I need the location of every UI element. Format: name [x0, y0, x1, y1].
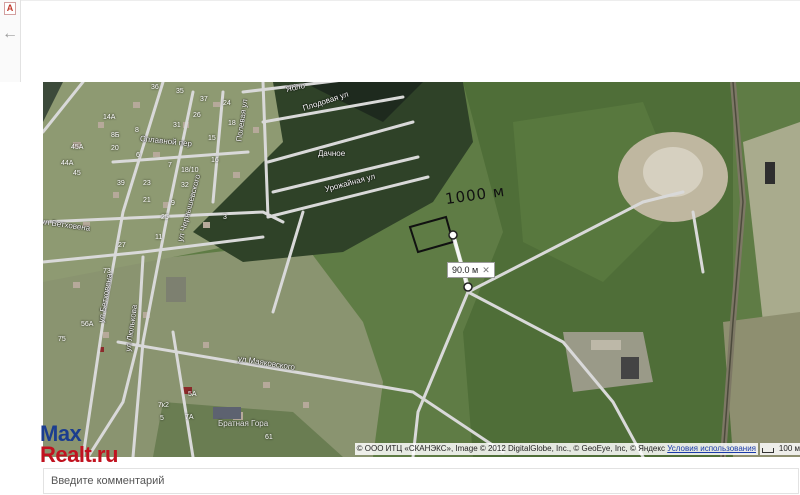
terms-link[interactable]: Условия использования	[667, 444, 756, 453]
house-number: 21	[143, 197, 151, 204]
house-number: 25	[161, 214, 169, 221]
logo-line-realt: Realt.ru	[40, 442, 118, 467]
house-number: 37	[200, 96, 208, 103]
house-number: 32	[181, 182, 189, 189]
house-number: 18	[228, 120, 236, 127]
map-attribution: © ООО ИТЦ «СКАНЭКС», Image © 2012 Digita…	[354, 443, 758, 455]
site-logo[interactable]: Max Realt.ru	[40, 421, 118, 467]
house-number: 56А	[81, 321, 94, 328]
left-rail: A ←	[0, 0, 21, 82]
house-number: 45	[73, 170, 81, 177]
house-number: 7	[168, 162, 172, 169]
top-divider	[20, 0, 800, 1]
house-number: 11	[155, 234, 163, 241]
house-number: 15	[208, 135, 216, 142]
house-number: 9	[171, 200, 175, 207]
house-number: 73	[103, 268, 111, 275]
scale-label: 100 м	[778, 444, 800, 453]
house-number: 6	[136, 152, 140, 159]
house-number: 7к2	[158, 402, 169, 409]
house-number: 20	[111, 145, 119, 152]
close-icon[interactable]: ✕	[482, 263, 490, 277]
house-number: 61	[265, 434, 273, 441]
house-number: 16	[211, 157, 219, 164]
house-number: 8	[135, 127, 139, 134]
house-number: 36	[151, 84, 159, 91]
house-number: 3	[223, 214, 227, 221]
place-label: Братная Гора	[218, 419, 269, 428]
scale-ruler	[762, 448, 774, 453]
house-number: 8Б	[111, 132, 120, 139]
house-number: 27	[118, 242, 126, 249]
house-number: 24	[223, 100, 231, 107]
house-number: 75	[58, 336, 66, 343]
arrow-left-icon[interactable]: ←	[2, 24, 18, 44]
attribution-text: © ООО ИТЦ «СКАНЭКС», Image © 2012 Digita…	[356, 444, 665, 453]
house-number: 45А	[71, 144, 84, 151]
house-number: 44А	[61, 160, 74, 167]
document-icon[interactable]: A	[4, 2, 16, 15]
distance-value: 90.0 м	[452, 265, 479, 275]
house-number: 35	[176, 88, 184, 95]
satellite-map[interactable]: Ябло Плодовая ул Дачное Урожайная ул Спл…	[43, 82, 800, 457]
house-number: 31	[173, 122, 181, 129]
logo-line-max: Max	[40, 421, 82, 446]
house-number: 7А	[185, 414, 194, 421]
scale-bar: 100 м	[760, 443, 800, 455]
distance-tag: 90.0 м ✕	[447, 262, 495, 278]
house-number: 23	[143, 180, 151, 187]
house-number: 39	[117, 180, 125, 187]
comment-input[interactable]	[43, 468, 799, 494]
street-label: Дачное	[318, 149, 346, 158]
house-number: 26	[193, 112, 201, 119]
house-number: 14А	[103, 114, 116, 121]
house-number: 5А	[188, 391, 197, 398]
house-number: 18/10	[181, 167, 199, 174]
house-number: 5	[160, 415, 164, 422]
